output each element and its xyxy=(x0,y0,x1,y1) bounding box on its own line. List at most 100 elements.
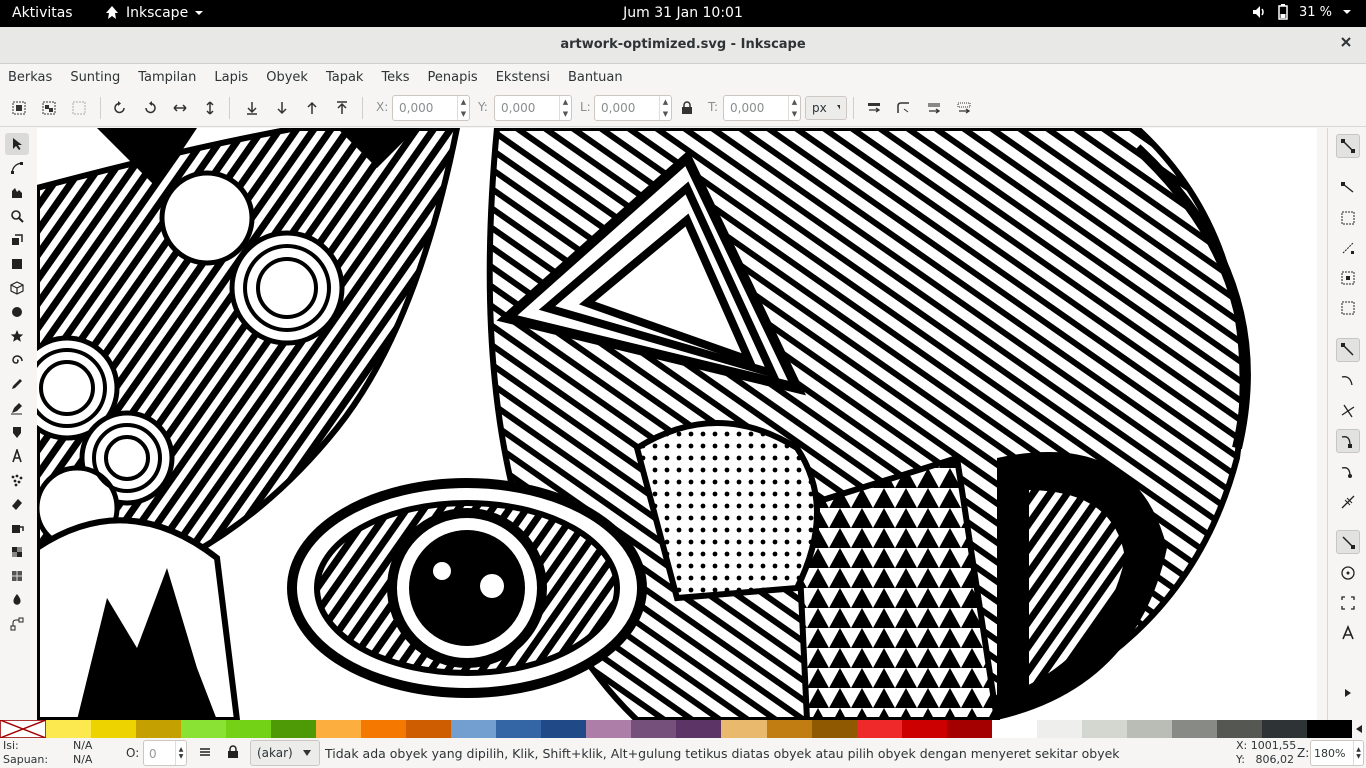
unit-select[interactable]: px xyxy=(805,96,847,120)
snap-others-button[interactable] xyxy=(1336,530,1360,554)
width-field[interactable]: 0,000 ▲ ▼ xyxy=(594,95,672,121)
clock[interactable]: Jum 31 Jan 10:01 xyxy=(623,5,743,21)
layer-toggle-visibility[interactable] xyxy=(198,745,212,762)
tool-measure[interactable] xyxy=(5,229,29,251)
color-swatch[interactable] xyxy=(766,720,812,738)
color-swatch[interactable] xyxy=(1216,720,1262,738)
tool-spray[interactable] xyxy=(5,469,29,491)
opacity-field[interactable]: 0 ▲ ▼ xyxy=(143,740,187,766)
snap-cusp-nodes-button[interactable] xyxy=(1336,429,1360,453)
tool-spiral[interactable] xyxy=(5,349,29,371)
transform-gradients-button[interactable] xyxy=(922,96,946,120)
color-swatch[interactable] xyxy=(721,720,767,738)
menu-sunting[interactable]: Sunting xyxy=(70,70,128,85)
vertical-scrollbar[interactable] xyxy=(1317,128,1327,720)
color-swatch[interactable] xyxy=(406,720,452,738)
rotate-cw-button[interactable] xyxy=(138,96,162,120)
layer-lock-toggle[interactable] xyxy=(226,745,240,762)
tool-dropper[interactable] xyxy=(5,589,29,611)
scale-stroke-button[interactable] xyxy=(862,96,886,120)
color-swatch[interactable] xyxy=(586,720,632,738)
tool-3d-box[interactable] xyxy=(5,277,29,299)
color-swatch[interactable] xyxy=(676,720,722,738)
snap-bbox-corner-button[interactable] xyxy=(1336,236,1360,260)
menu-ekstensi[interactable]: Ekstensi xyxy=(496,70,558,85)
flip-vertical-button[interactable] xyxy=(198,96,222,120)
color-swatch[interactable] xyxy=(1261,720,1307,738)
menu-tapak[interactable]: Tapak xyxy=(326,70,372,85)
color-swatch[interactable] xyxy=(946,720,992,738)
select-all-layers-button[interactable] xyxy=(37,96,61,120)
color-swatch[interactable] xyxy=(1036,720,1082,738)
lower-to-bottom-button[interactable] xyxy=(240,96,264,120)
snap-smooth-nodes-button[interactable] xyxy=(1336,460,1360,484)
tool-paint-bucket[interactable] xyxy=(5,517,29,539)
snap-line-midpoints-button[interactable] xyxy=(1336,490,1360,514)
snap-text-baseline-button[interactable] xyxy=(1336,621,1360,645)
color-swatch[interactable] xyxy=(361,720,407,738)
rotate-ccw-button[interactable] xyxy=(108,96,132,120)
lock-proportions-button[interactable] xyxy=(675,96,699,120)
tool-selector[interactable] xyxy=(5,133,29,155)
close-window-button[interactable] xyxy=(1338,36,1354,52)
color-swatch[interactable] xyxy=(271,720,317,738)
snap-bbox-midpoint-button[interactable] xyxy=(1336,266,1360,290)
tool-ellipse[interactable] xyxy=(5,301,29,323)
menu-tampilan[interactable]: Tampilan xyxy=(138,70,204,85)
transform-patterns-button[interactable] xyxy=(952,96,976,120)
tool-gradient[interactable] xyxy=(5,541,29,563)
menu-teks[interactable]: Teks xyxy=(381,70,417,85)
tool-rectangle[interactable] xyxy=(5,253,29,275)
x-field[interactable]: 0,000 ▲ ▼ xyxy=(392,95,470,121)
snap-paths-button[interactable] xyxy=(1336,369,1360,393)
system-status-area[interactable]: 31 % xyxy=(1251,4,1352,20)
lower-button[interactable] xyxy=(270,96,294,120)
fill-indicator[interactable]: N/A xyxy=(73,739,92,752)
menu-obyek[interactable]: Obyek xyxy=(266,70,316,85)
zoom-field[interactable]: 180% ▲ ▼ xyxy=(1310,740,1364,766)
snap-nodes-button[interactable] xyxy=(1336,338,1360,362)
snap-intersections-button[interactable] xyxy=(1336,399,1360,423)
scale-corners-button[interactable] xyxy=(892,96,916,120)
color-swatch[interactable] xyxy=(1081,720,1127,738)
app-menu[interactable]: Inkscape xyxy=(104,5,204,21)
color-swatch[interactable] xyxy=(136,720,182,738)
raise-button[interactable] xyxy=(300,96,324,120)
height-field[interactable]: 0,000 ▲ ▼ xyxy=(723,95,801,121)
snap-bbox-button[interactable] xyxy=(1336,175,1360,199)
color-swatch[interactable] xyxy=(316,720,362,738)
color-swatch[interactable] xyxy=(1306,720,1352,738)
snap-enable-button[interactable] xyxy=(1336,134,1360,158)
stroke-indicator[interactable]: N/A xyxy=(73,753,92,766)
menu-lapis[interactable]: Lapis xyxy=(214,70,256,85)
select-all-button[interactable] xyxy=(7,96,31,120)
snap-rotation-centers-button[interactable] xyxy=(1336,591,1360,615)
tool-mesh[interactable] xyxy=(5,565,29,587)
tool-star[interactable] xyxy=(5,325,29,347)
color-swatch[interactable] xyxy=(856,720,902,738)
tool-pencil[interactable] xyxy=(5,373,29,395)
color-swatch[interactable] xyxy=(991,720,1037,738)
tool-pen[interactable] xyxy=(5,397,29,419)
deselect-button[interactable] xyxy=(67,96,91,120)
color-swatch[interactable] xyxy=(496,720,542,738)
snap-bbox-edge-button[interactable] xyxy=(1336,206,1360,230)
no-paint-swatch[interactable] xyxy=(0,720,46,738)
tool-eraser[interactable] xyxy=(5,493,29,515)
color-swatch[interactable] xyxy=(226,720,272,738)
raise-to-top-button[interactable] xyxy=(330,96,354,120)
tool-calligraphy[interactable] xyxy=(5,421,29,443)
tool-connector[interactable] xyxy=(5,613,29,635)
menu-bantuan[interactable]: Bantuan xyxy=(568,70,631,85)
color-swatch[interactable] xyxy=(1171,720,1217,738)
activities-button[interactable]: Aktivitas xyxy=(12,5,73,21)
y-field[interactable]: 0,000 ▲ ▼ xyxy=(494,95,572,121)
layer-select[interactable]: (akar) xyxy=(250,740,320,766)
color-swatch[interactable] xyxy=(631,720,677,738)
color-swatch[interactable] xyxy=(91,720,137,738)
snap-bbox-center-button[interactable] xyxy=(1336,296,1360,320)
color-swatch[interactable] xyxy=(46,720,92,738)
menu-berkas[interactable]: Berkas xyxy=(8,70,60,85)
color-swatch[interactable] xyxy=(1126,720,1172,738)
color-swatch[interactable] xyxy=(181,720,227,738)
